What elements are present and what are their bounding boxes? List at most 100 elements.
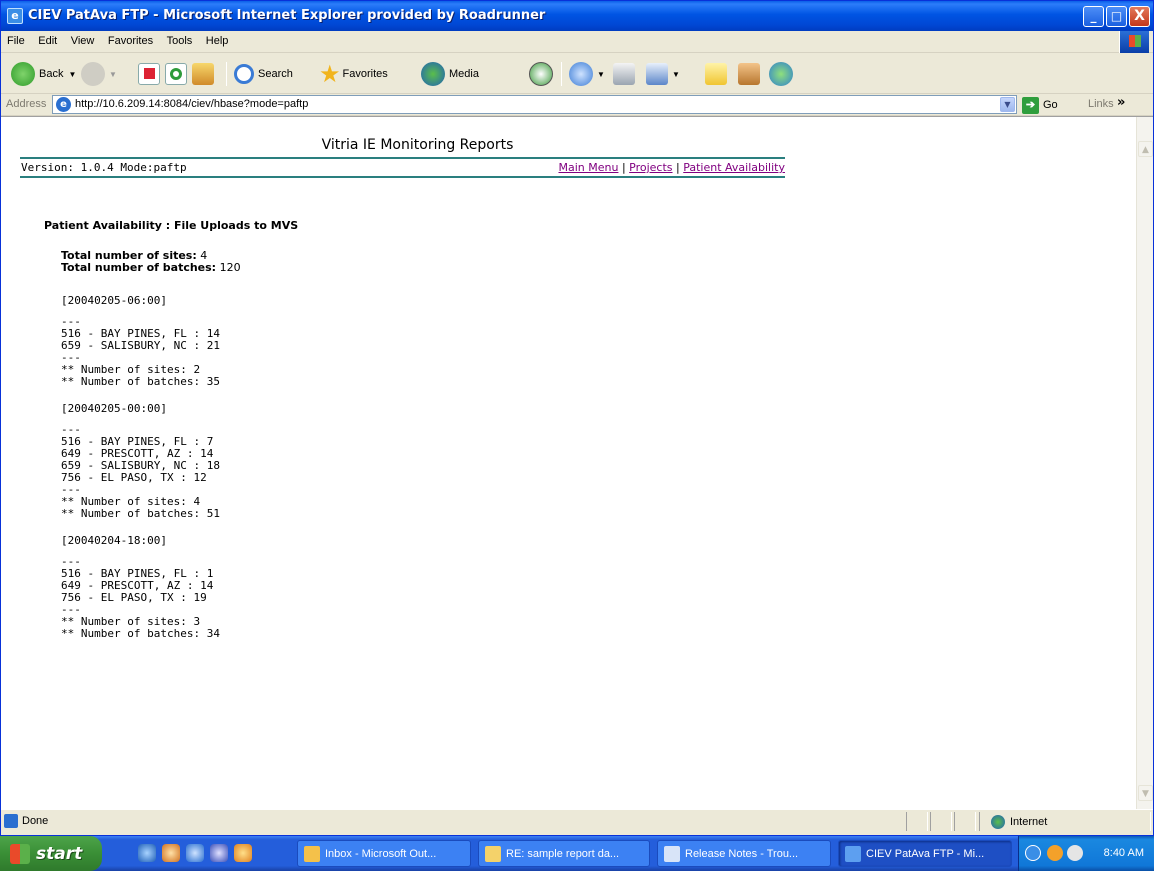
total-batches-value: 120 <box>219 261 241 274</box>
taskbar-item-email[interactable]: RE: sample report da... <box>478 840 650 867</box>
report-title: Vitria IE Monitoring Reports <box>321 137 514 153</box>
home-button[interactable] <box>192 60 218 88</box>
forward-dropdown-icon[interactable]: ▼ <box>109 70 117 79</box>
menu-tools[interactable]: Tools <box>162 31 198 51</box>
windows-flag-icon <box>10 843 30 864</box>
batch-timestamp: [20040205-06:00] <box>61 294 167 307</box>
envelope-icon <box>485 845 501 862</box>
search-button[interactable]: Search <box>234 60 293 88</box>
forward-arrow-icon <box>81 62 105 86</box>
media-label: Media <box>449 68 479 80</box>
windows-logo-icon <box>1119 31 1149 53</box>
tray-app-icon[interactable] <box>1047 845 1063 861</box>
favorites-button[interactable]: ★ Favorites <box>319 60 388 88</box>
back-dropdown-icon[interactable]: ▼ <box>68 70 76 79</box>
main-menu-link[interactable]: Main Menu <box>558 161 618 174</box>
research-button[interactable] <box>738 60 764 88</box>
go-button[interactable]: ➔ Go <box>1022 96 1058 114</box>
links-chevron-icon[interactable]: » <box>1117 95 1125 110</box>
stop-icon <box>138 63 160 85</box>
start-button[interactable]: start <box>0 836 102 871</box>
globe-icon <box>991 815 1005 829</box>
patient-availability-link[interactable]: Patient Availability <box>683 161 785 174</box>
ie-icon <box>845 845 861 862</box>
forward-button[interactable]: ▼ <box>81 60 117 88</box>
ie-app-icon: e <box>7 8 23 24</box>
sync-quicklaunch-icon[interactable] <box>210 844 228 862</box>
edit-page-icon <box>646 63 668 85</box>
ie-quicklaunch-icon[interactable] <box>138 844 156 862</box>
address-input[interactable]: e http://10.6.209.14:8084/ciev/hbase?mod… <box>52 95 1017 114</box>
batch-batch-count: ** Number of batches: 51 <box>61 507 220 520</box>
menu-favorites[interactable]: Favorites <box>103 31 158 51</box>
status-text: Done <box>22 815 49 827</box>
site-line: 756 - EL PASO, TX : 19 <box>61 591 207 604</box>
search-icon <box>234 64 254 84</box>
header-rule <box>20 157 785 159</box>
favorites-label: Favorites <box>342 68 388 80</box>
home-icon <box>192 63 214 85</box>
projects-link[interactable]: Projects <box>629 161 672 174</box>
status-cell <box>930 812 952 831</box>
close-button[interactable]: X <box>1129 6 1150 27</box>
address-dropdown-icon[interactable]: ▼ <box>1000 97 1015 112</box>
media-player-quicklaunch-icon[interactable] <box>234 844 252 862</box>
menu-help[interactable]: Help <box>201 31 234 51</box>
report-nav: Main Menu | Projects | Patient Availabil… <box>558 161 785 174</box>
start-label: start <box>36 843 83 864</box>
address-label: Address <box>6 98 47 110</box>
history-icon <box>529 62 553 86</box>
back-button[interactable]: Back ▼ <box>11 60 76 88</box>
address-url[interactable]: http://10.6.209.14:8084/ciev/hbase?mode=… <box>75 98 308 110</box>
media-icon <box>421 62 445 86</box>
report-header: Vitria IE Monitoring Reports Version: 1.… <box>20 137 785 178</box>
tray-clock-icon[interactable] <box>1067 845 1083 861</box>
zone-label: Internet <box>1010 816 1048 828</box>
page-content: Vitria IE Monitoring Reports Version: 1.… <box>5 117 1136 809</box>
menu-view[interactable]: View <box>66 31 100 51</box>
system-tray: 8:40 AM <box>1018 836 1154 871</box>
taskbar: start Inbox - Microsoft Out... RE: sampl… <box>0 836 1154 871</box>
refresh-button[interactable] <box>165 60 191 88</box>
header-row: Version: 1.0.4 Mode:paftp Main Menu | Pr… <box>20 161 785 175</box>
menu-edit[interactable]: Edit <box>33 31 62 51</box>
history-button[interactable] <box>529 60 557 88</box>
outlook-quicklaunch-icon[interactable] <box>162 844 180 862</box>
vertical-scrollbar[interactable]: ▲ ▼ <box>1136 117 1153 809</box>
books-icon <box>738 63 760 85</box>
browser-window: e CIEV PatAva FTP - Microsoft Internet E… <box>0 0 1154 836</box>
stop-button[interactable] <box>138 60 164 88</box>
minimize-button[interactable]: _ <box>1083 6 1104 27</box>
discuss-button[interactable] <box>705 60 731 88</box>
refresh-icon <box>165 63 187 85</box>
address-bar: Address e http://10.6.209.14:8084/ciev/h… <box>1 94 1153 116</box>
edit-dropdown-icon[interactable]: ▼ <box>672 70 680 79</box>
batch-list: [20040205-06:00] --- 516 - BAY PINES, FL… <box>61 295 220 655</box>
menu-file[interactable]: File <box>1 31 30 51</box>
mail-dropdown-icon[interactable]: ▼ <box>597 70 605 79</box>
taskbar-item-release-notes[interactable]: Release Notes - Trou... <box>657 840 831 867</box>
header-rule <box>20 176 785 178</box>
mail-button[interactable]: ▼ <box>569 60 605 88</box>
site-line: 659 - SALISBURY, NC : 21 <box>61 339 220 352</box>
outlook-icon <box>304 845 320 862</box>
maximize-button[interactable]: □ <box>1106 6 1127 27</box>
taskbar-item-ciev[interactable]: CIEV PatAva FTP - Mi... <box>838 840 1012 867</box>
toolbar-separator <box>561 62 562 86</box>
media-button[interactable]: Media <box>421 60 479 88</box>
scroll-up-icon[interactable]: ▲ <box>1138 141 1153 157</box>
scroll-down-icon[interactable]: ▼ <box>1138 785 1153 801</box>
tray-expand-icon[interactable] <box>1025 845 1041 861</box>
clock[interactable]: 8:40 AM <box>1104 847 1144 859</box>
messenger-button[interactable] <box>769 60 797 88</box>
print-button[interactable] <box>613 60 639 88</box>
taskbar-item-inbox[interactable]: Inbox - Microsoft Out... <box>297 840 471 867</box>
links-label[interactable]: Links <box>1088 98 1114 110</box>
task-label: Release Notes - Trou... <box>685 847 799 860</box>
edit-button[interactable]: ▼ <box>646 60 680 88</box>
title-bar[interactable]: e CIEV PatAva FTP - Microsoft Internet E… <box>1 1 1153 31</box>
page-icon: e <box>56 97 71 112</box>
browser-quicklaunch-icon[interactable] <box>186 844 204 862</box>
total-batches-label: Total number of batches: <box>61 261 217 274</box>
back-label: Back <box>39 68 64 80</box>
